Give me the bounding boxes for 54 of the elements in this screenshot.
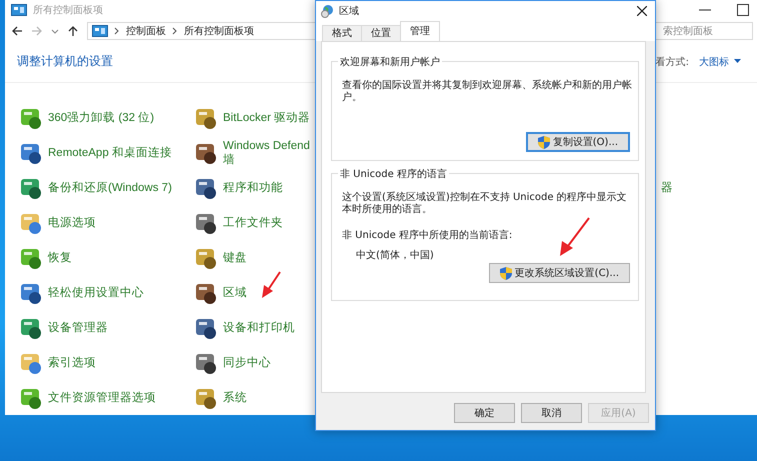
control-panel-link[interactable]: 区域 bbox=[223, 286, 247, 300]
close-icon bbox=[637, 6, 647, 16]
control-panel-link[interactable]: 器 bbox=[661, 180, 673, 194]
control-panel-icon bbox=[11, 3, 27, 18]
up-arrow-icon bbox=[67, 25, 79, 38]
group-title: 非 Unicode 程序的语言 bbox=[338, 167, 449, 181]
control-panel-link[interactable]: 工作文件夹 bbox=[223, 216, 283, 230]
control-panel-link[interactable]: 360强力卸载 (32 位) bbox=[48, 110, 154, 124]
dialog-title: 区域 bbox=[339, 4, 359, 18]
control-panel-link[interactable]: 备份和还原(Windows 7) bbox=[48, 180, 172, 194]
action-button[interactable]: 更改系统区域设置(C)... bbox=[488, 263, 630, 283]
description-text: 查看你的国际设置并将其复制到欢迎屏幕、系统帐户和新的用户帐户。 bbox=[342, 80, 633, 104]
window-title: 所有控制面板项 bbox=[33, 4, 103, 18]
tab[interactable]: 位置 bbox=[361, 25, 401, 41]
forward-arrow-icon bbox=[31, 25, 43, 38]
caret-icon bbox=[734, 59, 741, 64]
dialog-button[interactable]: 取消 bbox=[521, 403, 582, 423]
back-arrow-icon bbox=[11, 25, 23, 38]
control-panel-link[interactable]: 文件资源管理器选项 bbox=[48, 390, 156, 404]
current-language-value: 中文(简体，中国) bbox=[356, 248, 435, 262]
control-panel-link[interactable]: 设备和打印机 bbox=[223, 320, 295, 334]
control-panel-link[interactable]: 索引选项 bbox=[48, 356, 96, 370]
chevron-icon bbox=[172, 27, 178, 36]
annotation-arrow bbox=[558, 216, 592, 258]
maximize-icon bbox=[737, 4, 749, 16]
control-panel-link[interactable]: RemoteApp 和桌面连接 bbox=[48, 146, 172, 160]
control-panel-link[interactable]: 键盘 bbox=[223, 250, 247, 264]
control-panel-link[interactable]: 系统 bbox=[223, 390, 247, 404]
tab[interactable]: 格式 bbox=[322, 25, 362, 41]
breadcrumb-item[interactable]: 所有控制面板项 bbox=[184, 24, 254, 38]
control-panel-link[interactable]: BitLocker 驱动器 bbox=[223, 110, 310, 124]
view-label: 看方式: bbox=[656, 56, 689, 69]
description-text: 这个设置(系统区域设置)控制在不支持 Unicode 的程序中显示文本时所使用的语言。 bbox=[342, 192, 628, 216]
page-heading: 调整计算机的设置 bbox=[17, 53, 113, 70]
control-panel-icon bbox=[92, 24, 108, 38]
group-title: 欢迎屏幕和新用户帐户 bbox=[338, 55, 442, 69]
control-panel-link[interactable]: 恢复 bbox=[48, 250, 72, 264]
action-button[interactable]: 复制设置(O)... bbox=[526, 132, 630, 152]
control-panel-link[interactable]: 设备管理器 bbox=[48, 320, 108, 334]
control-panel-link[interactable]: Windows Defend 墙 bbox=[223, 138, 310, 166]
chevron-icon bbox=[114, 27, 120, 36]
shield-icon bbox=[538, 136, 550, 148]
breadcrumb-item[interactable]: 控制面板 bbox=[126, 24, 166, 38]
control-panel-link[interactable]: 同步中心 bbox=[223, 356, 271, 370]
search-field[interactable]: 索控制面板 bbox=[653, 22, 753, 40]
tab[interactable]: 管理 bbox=[400, 21, 440, 41]
globe-icon bbox=[320, 4, 334, 18]
dialog-button[interactable]: 确定 bbox=[454, 403, 515, 423]
current-language-label: 非 Unicode 程序中所使用的当前语言: bbox=[342, 228, 514, 242]
control-panel-link[interactable]: 程序和功能 bbox=[223, 180, 283, 194]
control-panel-link[interactable]: 电源选项 bbox=[48, 216, 96, 230]
control-panel-link[interactable]: 轻松使用设置中心 bbox=[48, 286, 144, 300]
view-mode-dropdown[interactable]: 大图标 bbox=[699, 54, 741, 69]
shield-icon bbox=[500, 266, 512, 280]
